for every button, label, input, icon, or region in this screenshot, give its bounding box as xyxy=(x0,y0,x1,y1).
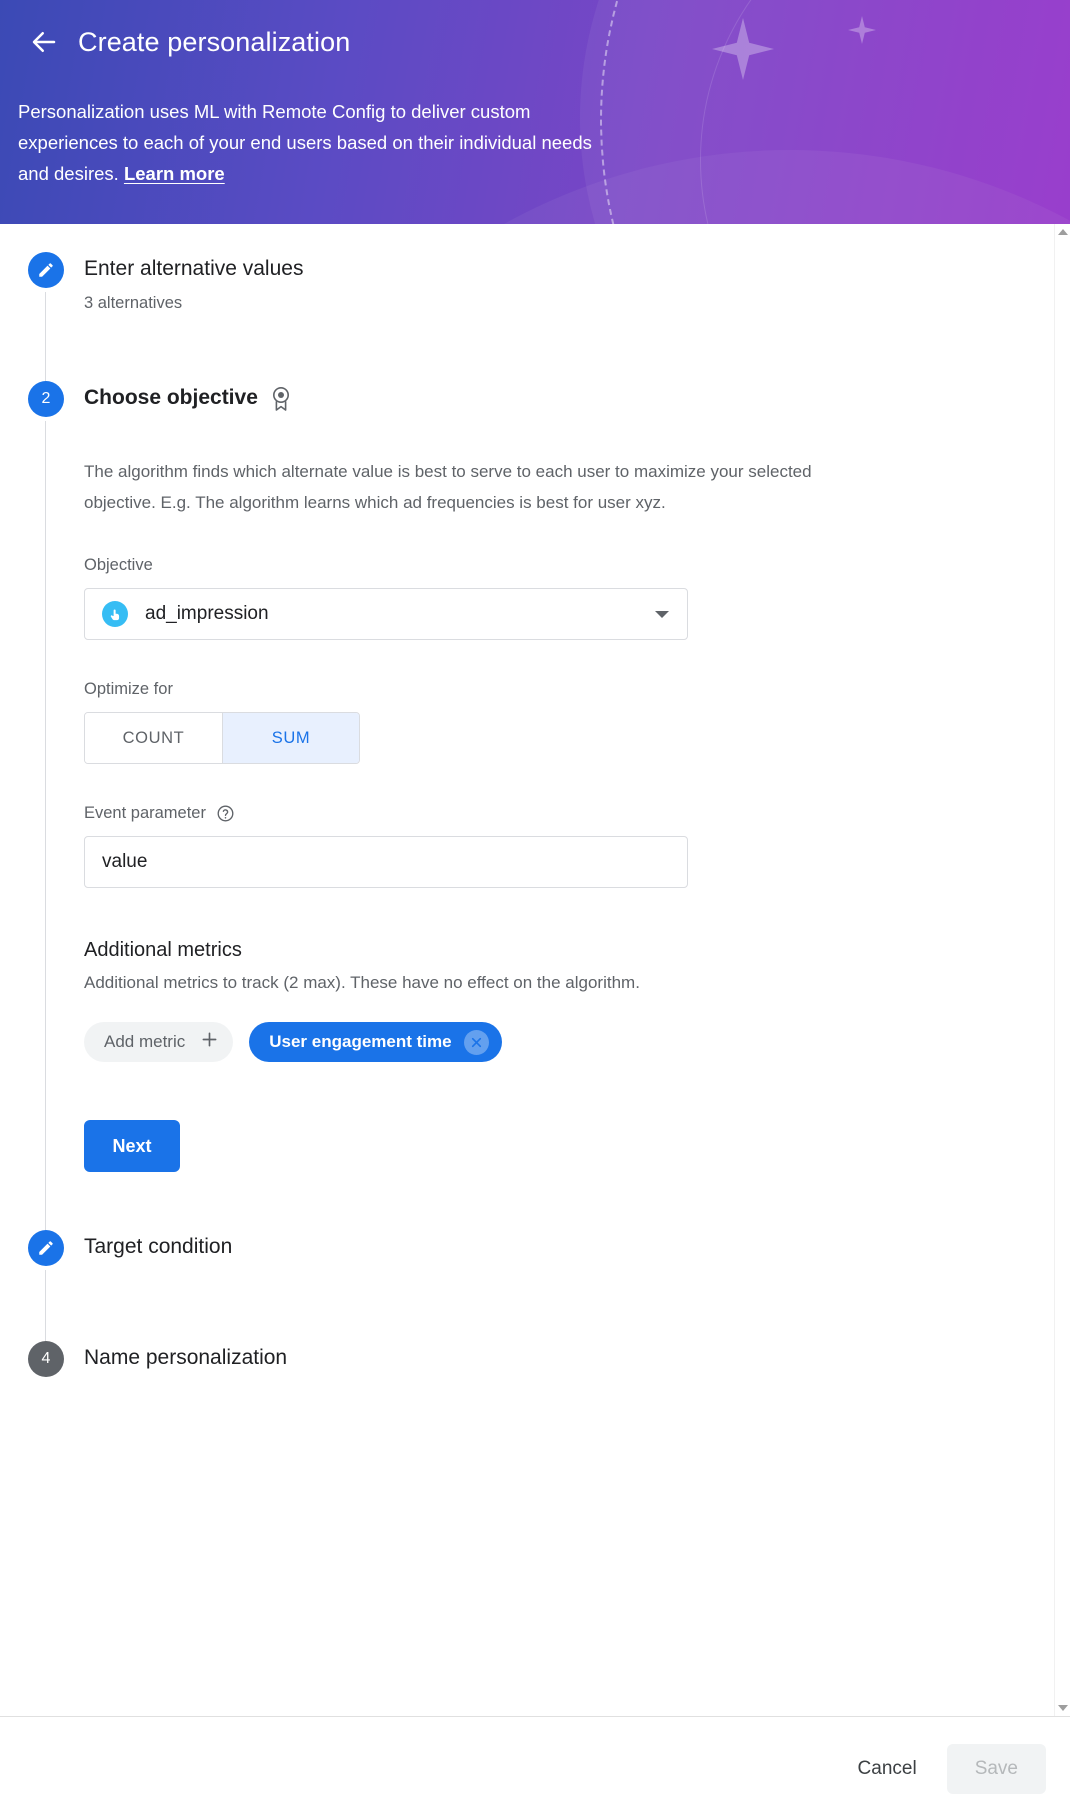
next-button[interactable]: Next xyxy=(84,1120,180,1172)
objective-value: ad_impression xyxy=(145,603,269,624)
step-enter-alternative-values[interactable]: Enter alternative values 3 alternatives xyxy=(0,252,1054,387)
chevron-down-icon[interactable] xyxy=(655,610,669,618)
optimize-for-label: Optimize for xyxy=(84,680,173,698)
choose-objective-panel: The algorithm finds which alternate valu… xyxy=(84,412,1054,1226)
award-badge-icon xyxy=(269,385,293,412)
step2-title-row: Choose objective xyxy=(84,384,1054,412)
save-button[interactable]: Save xyxy=(946,1743,1046,1794)
optimize-for-option-count[interactable]: COUNT xyxy=(85,713,222,763)
objective-select[interactable]: ad_impression xyxy=(84,588,688,640)
step2-number-badge: 2 xyxy=(28,381,64,417)
step-content: Target condition xyxy=(64,1230,1054,1341)
step-name-personalization[interactable]: 4 Name personalization xyxy=(0,1341,1054,1377)
step4-number-badge: 4 xyxy=(28,1341,64,1377)
step-connector xyxy=(45,1270,46,1347)
step2-title: Choose objective xyxy=(84,386,258,409)
tap-touch-icon xyxy=(102,601,128,627)
hero-header: Create personalization Personalization u… xyxy=(0,0,1070,224)
step-content: Choose objective The algorithm finds whi… xyxy=(64,381,1054,1230)
add-metric-chip[interactable]: Add metric xyxy=(84,1022,234,1062)
step-content: Name personalization xyxy=(64,1341,1054,1377)
event-parameter-label: Event parameter xyxy=(84,802,1014,824)
step-connector xyxy=(45,292,46,387)
learn-more-link[interactable]: Learn more xyxy=(124,163,225,184)
step1-subtitle: 3 alternatives xyxy=(84,294,183,312)
metric-chip-user-engagement-time[interactable]: User engagement time xyxy=(249,1022,502,1062)
metrics-chip-row: Add metric User engagement time xyxy=(84,1022,1014,1062)
add-metric-label: Add metric xyxy=(104,1032,186,1051)
page-title: Create personalization xyxy=(78,27,351,57)
scroll-area: Enter alternative values 3 alternatives … xyxy=(0,224,1054,1716)
optimize-for-toggle-group: COUNT SUM xyxy=(84,712,360,764)
event-parameter-input[interactable] xyxy=(84,836,688,888)
dialog-body: Enter alternative values 3 alternatives … xyxy=(0,224,1070,1716)
close-circle-icon[interactable] xyxy=(463,1029,489,1055)
stepper: Enter alternative values 3 alternatives … xyxy=(0,224,1054,1377)
scroll-down-arrow-icon[interactable] xyxy=(1055,1700,1070,1716)
step-content: Enter alternative values 3 alternatives xyxy=(64,252,1054,381)
back-arrow-icon[interactable] xyxy=(22,20,66,64)
vertical-scrollbar[interactable] xyxy=(1054,224,1070,1716)
objective-label: Objective xyxy=(84,556,153,574)
step-target-condition[interactable]: Target condition xyxy=(0,1230,1054,1347)
plus-icon xyxy=(199,1029,220,1055)
objective-description: The algorithm finds which alternate valu… xyxy=(84,462,812,512)
step4-title: Name personalization xyxy=(84,1346,288,1369)
step-rail xyxy=(28,1230,64,1347)
additional-metrics-description: Additional metrics to track (2 max). The… xyxy=(84,973,640,992)
additional-metrics-title: Additional metrics xyxy=(84,939,242,961)
step-rail: 4 xyxy=(28,1341,64,1377)
step-choose-objective: 2 Choose objective The algorithm finds w… xyxy=(0,381,1054,1236)
event-parameter-label-text: Event parameter xyxy=(84,804,206,822)
dialog-footer: Cancel Save xyxy=(0,1716,1070,1820)
create-personalization-dialog: Create personalization Personalization u… xyxy=(0,0,1070,1820)
help-circle-icon[interactable] xyxy=(216,804,235,823)
pencil-icon xyxy=(28,252,64,288)
step-rail xyxy=(28,252,64,387)
hero-top-row: Create personalization xyxy=(0,0,1070,64)
step3-title: Target condition xyxy=(84,1235,233,1258)
scroll-up-arrow-icon[interactable] xyxy=(1055,224,1070,240)
hero-description-text: Personalization uses ML with Remote Conf… xyxy=(18,101,592,184)
step-connector xyxy=(45,421,46,1236)
step-rail: 2 xyxy=(28,381,64,1236)
cancel-button[interactable]: Cancel xyxy=(838,1744,937,1794)
metric-chip-label: User engagement time xyxy=(269,1032,452,1051)
step1-title: Enter alternative values xyxy=(84,257,304,280)
pencil-icon xyxy=(28,1230,64,1266)
hero-description: Personalization uses ML with Remote Conf… xyxy=(0,64,860,189)
optimize-for-option-sum[interactable]: SUM xyxy=(222,713,359,763)
